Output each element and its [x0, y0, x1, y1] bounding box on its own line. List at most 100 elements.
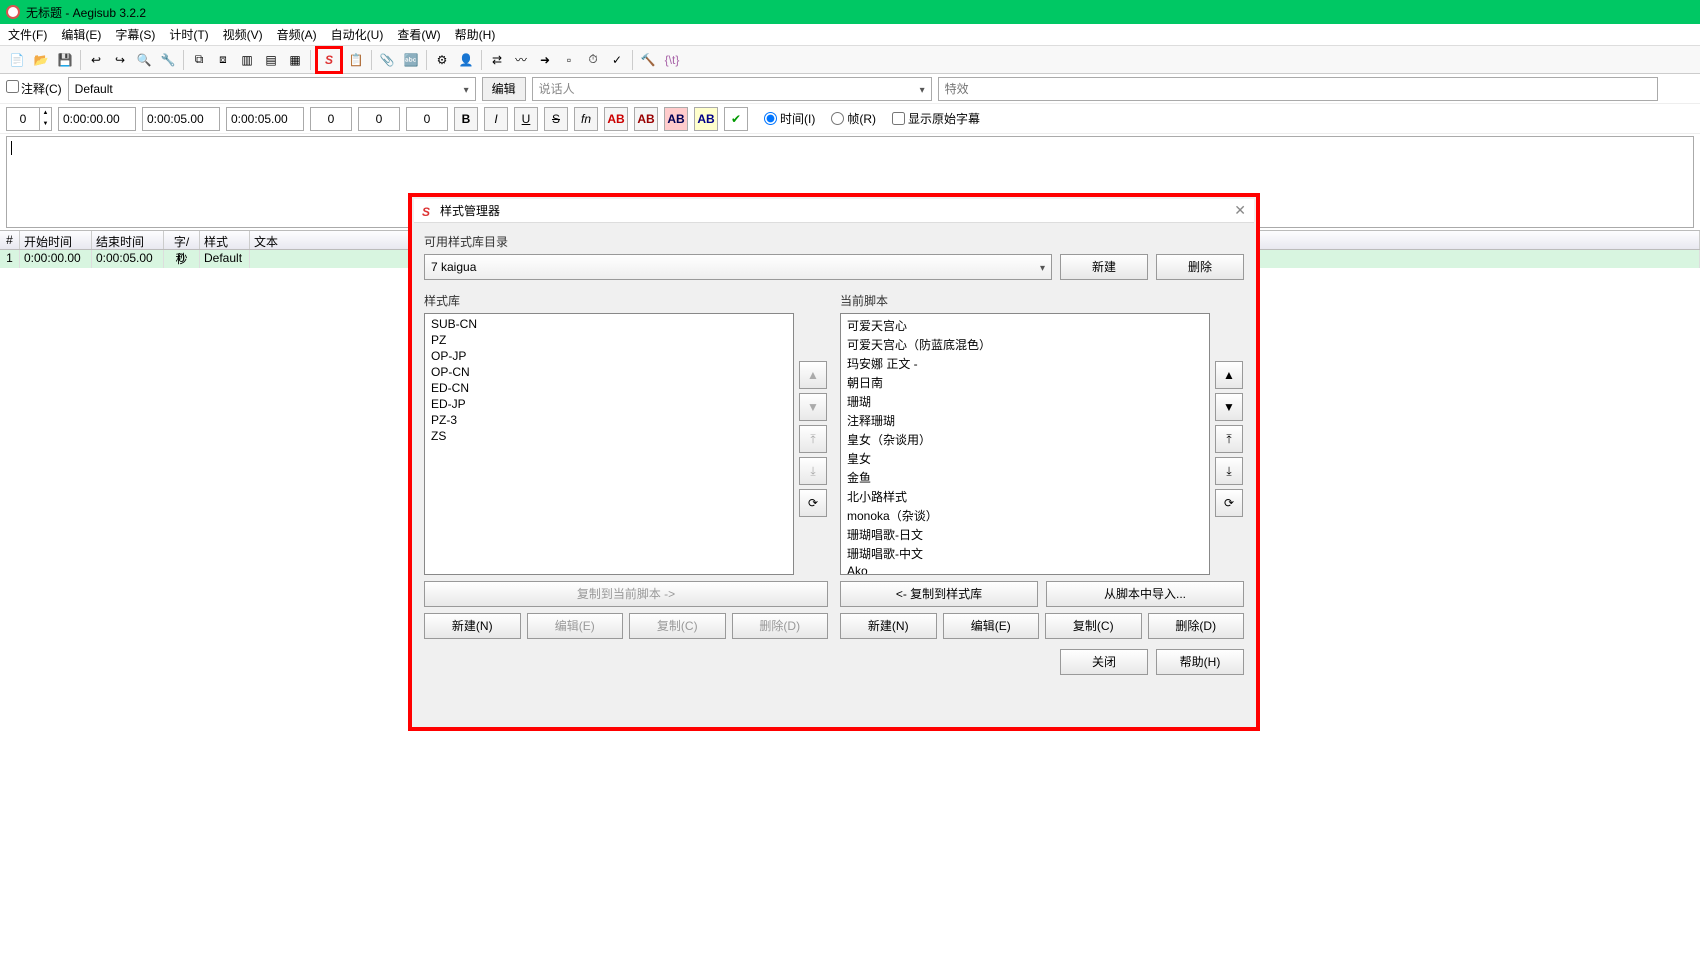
save-file-icon[interactable]: 💾	[54, 49, 76, 71]
script-copy-button[interactable]: 复制(C)	[1045, 613, 1142, 639]
cycle-tag-icon[interactable]: {\t}	[661, 49, 683, 71]
sort-icon[interactable]: ⟳	[799, 489, 827, 517]
time-radio[interactable]: 时间(I)	[764, 110, 815, 127]
margin-vert-input[interactable]	[406, 107, 448, 131]
list-item[interactable]: 玛安娜 正文 -	[843, 354, 1207, 373]
layer-spinner[interactable]: 0▲▼	[6, 107, 52, 131]
menu-video[interactable]: 视频(V)	[223, 26, 263, 43]
menu-edit[interactable]: 编辑(E)	[61, 26, 101, 43]
secondary-color-button[interactable]: AB	[634, 107, 658, 131]
actor-combo[interactable]: 说话人	[532, 77, 932, 101]
script-listbox[interactable]: 可爱天宫心可爱天宫心（防蓝底混色）玛安娜 正文 -朝日南珊瑚注释珊瑚皇女（杂谈用…	[840, 313, 1210, 575]
menu-file[interactable]: 文件(F)	[8, 26, 47, 43]
help-button[interactable]: 帮助(H)	[1156, 649, 1244, 675]
list-item[interactable]: 珊瑚唱歌-日文	[843, 525, 1207, 544]
move-bottom-icon[interactable]: ⤓	[799, 457, 827, 485]
list-item[interactable]: 可爱天宫心	[843, 316, 1207, 335]
timeline-icon[interactable]: ⧈	[212, 49, 234, 71]
resample-icon[interactable]: ➜	[534, 49, 556, 71]
move-down-icon[interactable]: ▼	[799, 393, 827, 421]
col-index[interactable]: #	[0, 231, 20, 249]
list-item[interactable]: PZ	[427, 332, 791, 348]
snap-end-icon[interactable]: ▤	[260, 49, 282, 71]
style-combo[interactable]: Default	[68, 77, 476, 101]
move-up-icon[interactable]: ▲	[799, 361, 827, 389]
col-cps[interactable]: 字/秒	[164, 231, 200, 249]
list-item[interactable]: OP-CN	[427, 364, 791, 380]
col-start[interactable]: 开始时间	[20, 231, 92, 249]
duration-input[interactable]	[226, 107, 304, 131]
move-bottom-icon[interactable]: ⤓	[1215, 457, 1243, 485]
list-item[interactable]: ZS	[427, 428, 791, 444]
menu-automation[interactable]: 自动化(U)	[331, 26, 384, 43]
attachment-icon[interactable]: 📎	[376, 49, 398, 71]
snap-scene-icon[interactable]: ▦	[284, 49, 306, 71]
list-item[interactable]: monoka（杂谈）	[843, 506, 1207, 525]
list-item[interactable]: PZ-3	[427, 412, 791, 428]
shadow-color-button[interactable]: AB	[694, 107, 718, 131]
script-edit-button[interactable]: 编辑(E)	[943, 613, 1040, 639]
frame-radio[interactable]: 帧(R)	[831, 110, 876, 127]
underline-button[interactable]: U	[514, 107, 538, 131]
outline-color-button[interactable]: AB	[664, 107, 688, 131]
style-manager-icon[interactable]: S	[315, 46, 343, 74]
end-time-input[interactable]	[142, 107, 220, 131]
primary-color-button[interactable]: AB	[604, 107, 628, 131]
undo-icon[interactable]: ↩	[85, 49, 107, 71]
menu-view[interactable]: 查看(W)	[397, 26, 440, 43]
storage-listbox[interactable]: SUB-CNPZOP-JPOP-CNED-CNED-JPPZ-3ZS	[424, 313, 794, 575]
move-up-icon[interactable]: ▲	[1215, 361, 1243, 389]
list-item[interactable]: OP-JP	[427, 348, 791, 364]
script-delete-button[interactable]: 删除(D)	[1148, 613, 1245, 639]
menu-timing[interactable]: 计时(T)	[169, 26, 208, 43]
close-icon[interactable]: ✕	[1234, 202, 1246, 219]
timing-pp-icon[interactable]: ▫	[558, 49, 580, 71]
italic-button[interactable]: I	[484, 107, 508, 131]
move-top-icon[interactable]: ⤒	[1215, 425, 1243, 453]
menu-help[interactable]: 帮助(H)	[455, 26, 496, 43]
bold-button[interactable]: B	[454, 107, 478, 131]
list-item[interactable]: 珊瑚唱歌-中文	[843, 544, 1207, 563]
storage-copy-button[interactable]: 复制(C)	[629, 613, 726, 639]
edit-style-button[interactable]: 编辑	[482, 77, 526, 101]
list-item[interactable]: ED-JP	[427, 396, 791, 412]
list-item[interactable]: 珊瑚	[843, 392, 1207, 411]
options-icon[interactable]: 🔨	[637, 49, 659, 71]
comment-checkbox[interactable]	[6, 80, 19, 93]
menu-subtitle[interactable]: 字幕(S)	[115, 26, 155, 43]
list-item[interactable]: ED-CN	[427, 380, 791, 396]
effect-input[interactable]	[938, 77, 1658, 101]
margin-right-input[interactable]	[358, 107, 400, 131]
spell-check-icon[interactable]: ✓	[606, 49, 628, 71]
list-item[interactable]: 注释珊瑚	[843, 411, 1207, 430]
find-icon[interactable]: 🔍	[133, 49, 155, 71]
new-catalog-button[interactable]: 新建	[1060, 254, 1148, 280]
snap-start-icon[interactable]: ▥	[236, 49, 258, 71]
redo-icon[interactable]: ↪	[109, 49, 131, 71]
shift-times-icon[interactable]: ⧉	[188, 49, 210, 71]
list-item[interactable]: 朝日南	[843, 373, 1207, 392]
commit-button[interactable]: ✔	[724, 107, 748, 131]
storage-delete-button[interactable]: 删除(D)	[732, 613, 829, 639]
list-item[interactable]: 金鱼	[843, 468, 1207, 487]
dialog-title-bar[interactable]: S 样式管理器 ✕	[414, 199, 1254, 223]
kanji-timer-icon[interactable]: ⏱	[582, 49, 604, 71]
spin-down-icon[interactable]: ▼	[39, 119, 51, 130]
import-from-script-button[interactable]: 从脚本中导入...	[1046, 581, 1244, 607]
style-assistant-icon[interactable]: 📋	[345, 49, 367, 71]
list-item[interactable]: 北小路样式	[843, 487, 1207, 506]
storage-edit-button[interactable]: 编辑(E)	[527, 613, 624, 639]
open-file-icon[interactable]: 📂	[30, 49, 52, 71]
script-new-button[interactable]: 新建(N)	[840, 613, 937, 639]
strike-button[interactable]: S	[544, 107, 568, 131]
margin-left-input[interactable]	[310, 107, 352, 131]
assistant-icon[interactable]: 👤	[455, 49, 477, 71]
sort-icon[interactable]: ⟳	[1215, 489, 1243, 517]
list-item[interactable]: Ako	[843, 563, 1207, 575]
copy-to-script-button[interactable]: 复制到当前脚本 ->	[424, 581, 828, 607]
delete-catalog-button[interactable]: 删除	[1156, 254, 1244, 280]
list-item[interactable]: 可爱天宫心（防蓝底混色）	[843, 335, 1207, 354]
col-style[interactable]: 样式	[200, 231, 250, 249]
storage-new-button[interactable]: 新建(N)	[424, 613, 521, 639]
font-name-button[interactable]: fn	[574, 107, 598, 131]
